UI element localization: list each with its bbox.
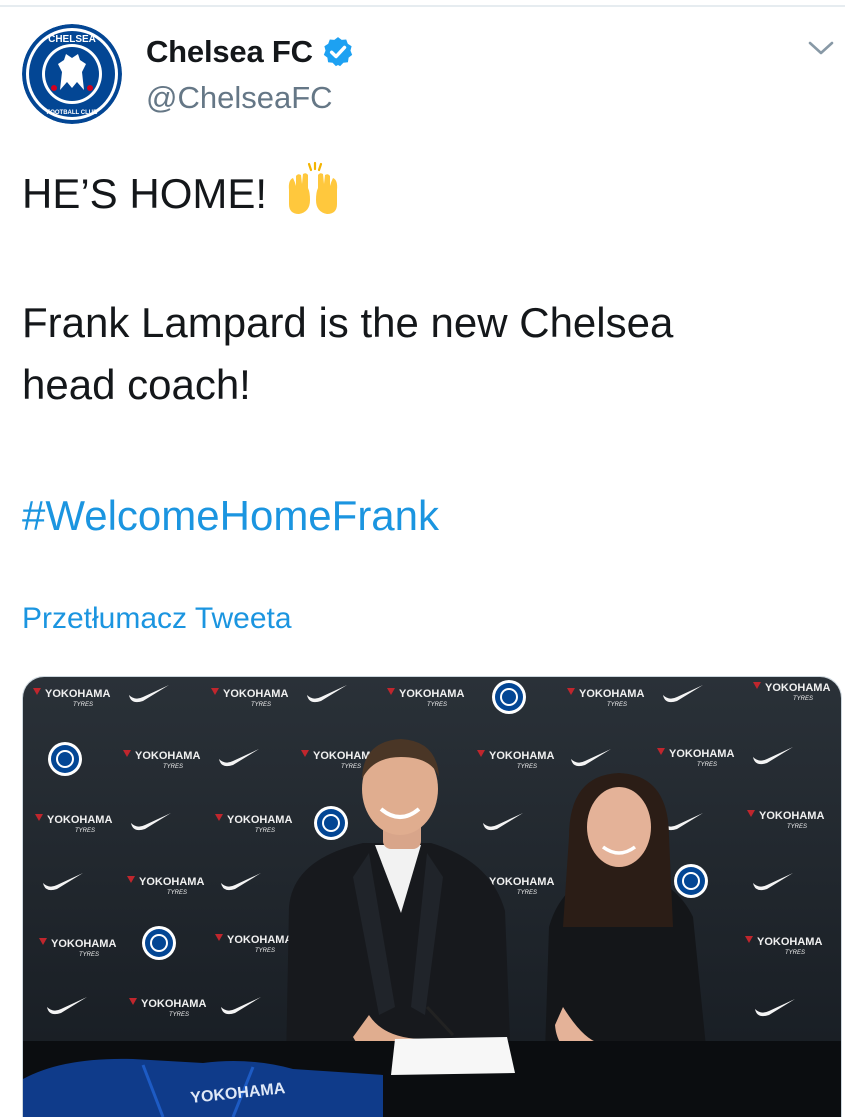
top-divider — [0, 5, 845, 7]
chevron-down-icon[interactable] — [807, 38, 835, 58]
avatar[interactable]: CHELSEA FOOTBALL CLUB — [22, 24, 122, 124]
author-name-row[interactable]: Chelsea FC — [146, 34, 355, 70]
tweet-text-line1: HE’S HOME! — [22, 160, 343, 225]
tweet-header: CHELSEA FOOTBALL CLUB Chelsea FC @Chelse… — [22, 24, 845, 134]
author-handle[interactable]: @ChelseaFC — [146, 80, 333, 116]
tweet-text-body-line2: head coach! — [22, 361, 251, 408]
svg-text:FOOTBALL CLUB: FOOTBALL CLUB — [47, 110, 99, 116]
tweet-media-photo[interactable]: YOKOHAMA TYRES — [22, 676, 842, 1117]
translate-tweet-link[interactable]: Przetłumacz Tweeta — [22, 602, 292, 636]
tweet-text-body: Frank Lampard is the new Chelsea head co… — [22, 292, 673, 416]
author-display-name[interactable]: Chelsea FC — [146, 34, 313, 70]
tweet-text-body-line1: Frank Lampard is the new Chelsea — [22, 299, 674, 346]
tweet-text-headline: HE’S HOME! — [22, 170, 268, 217]
verified-badge-icon — [323, 37, 353, 67]
chelsea-crest-icon: CHELSEA FOOTBALL CLUB — [22, 24, 122, 124]
raising-hands-icon — [288, 161, 337, 214]
svg-text:CHELSEA: CHELSEA — [48, 34, 96, 45]
hashtag-link[interactable]: #WelcomeHomeFrank — [22, 492, 439, 540]
signing-photo: YOKOHAMA TYRES — [23, 677, 841, 1117]
